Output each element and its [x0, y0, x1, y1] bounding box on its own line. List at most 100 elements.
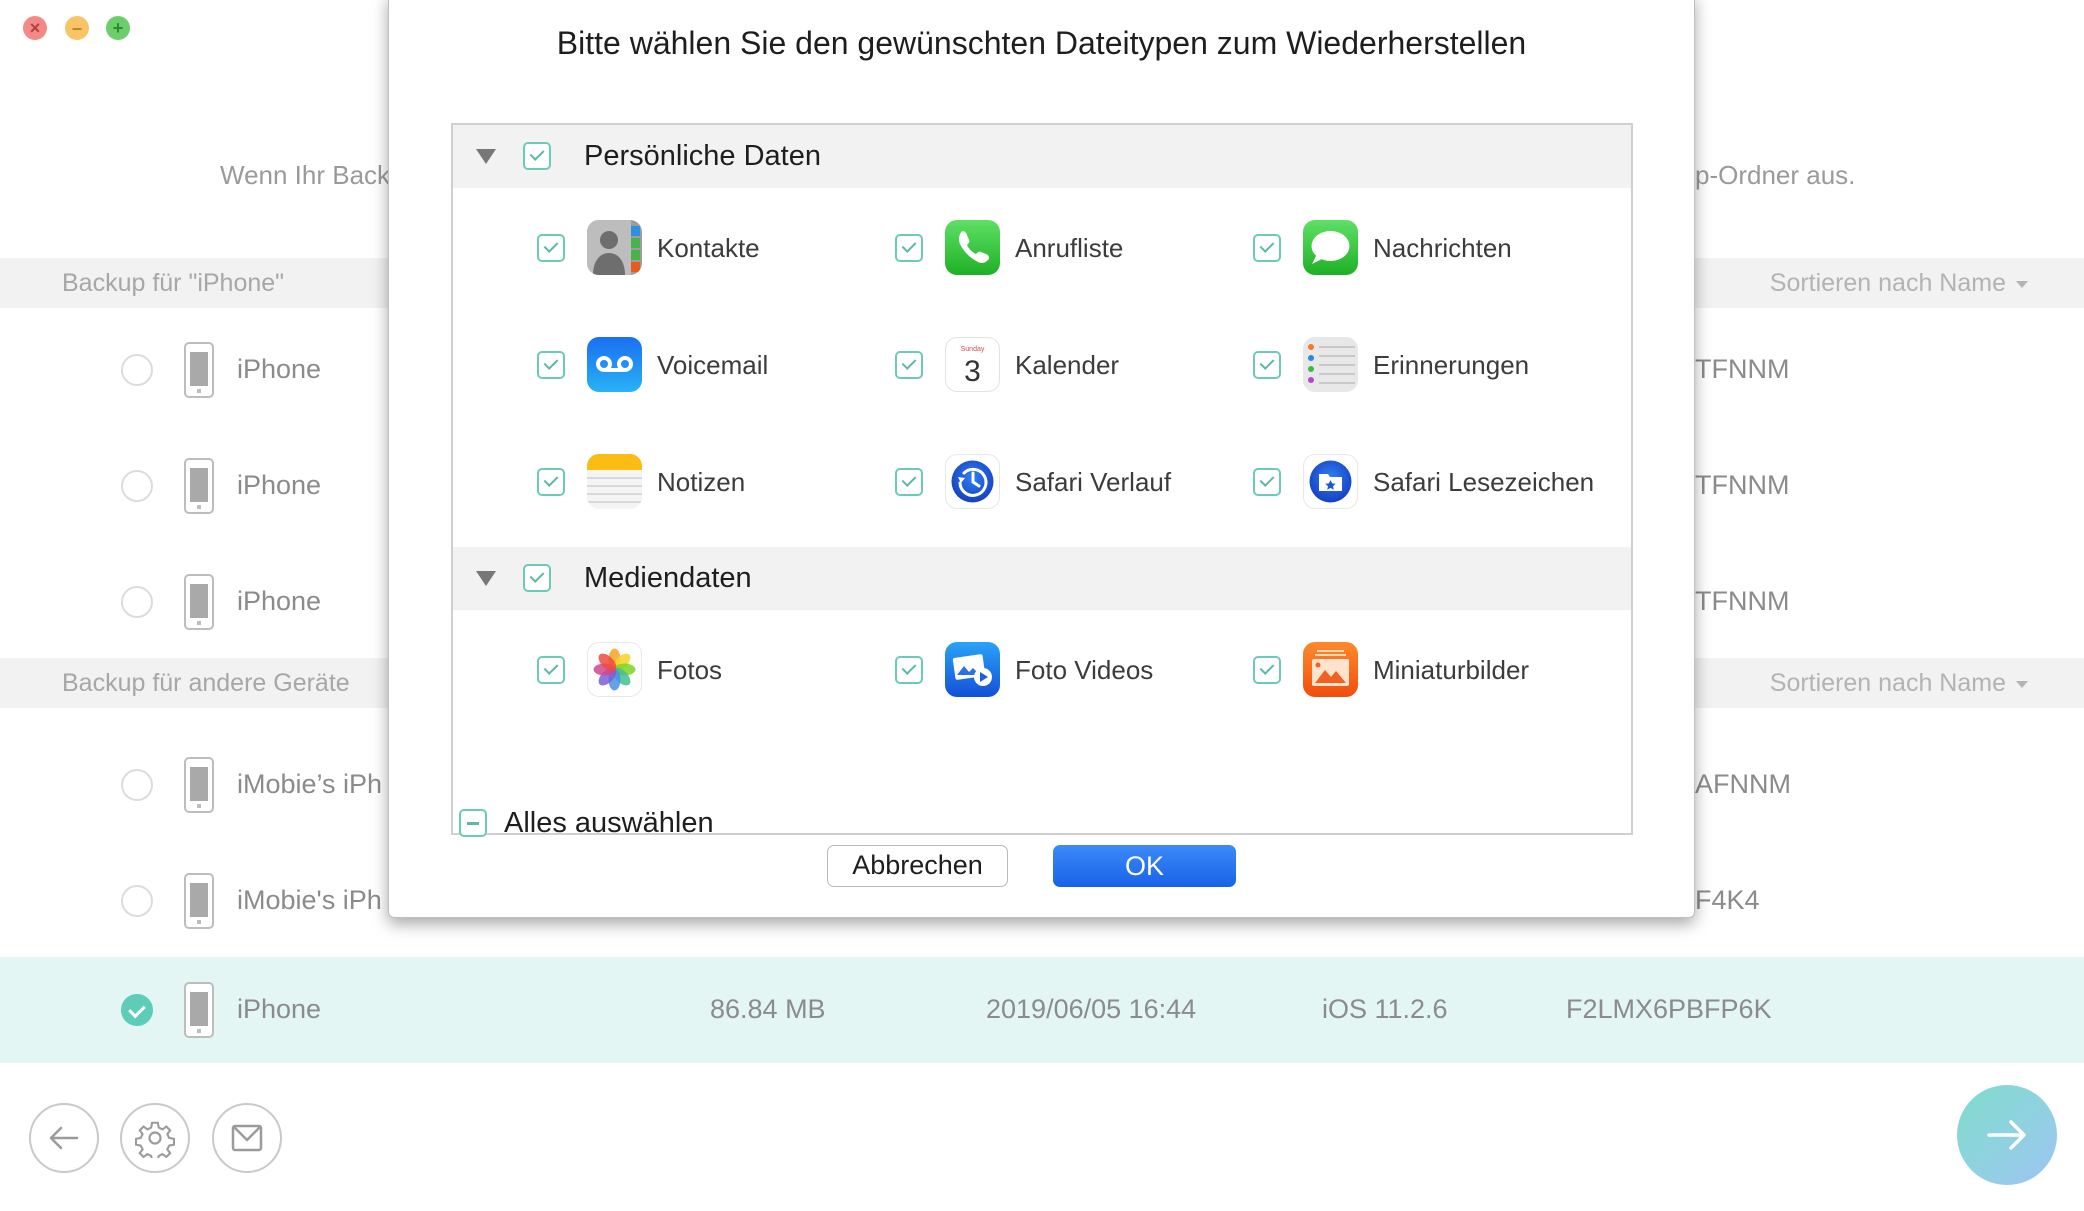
row-name: iPhone: [237, 470, 322, 500]
item-checkbox[interactable]: [537, 351, 565, 379]
group-label: Mediendaten: [584, 562, 752, 594]
close-window-button[interactable]: ×: [23, 16, 47, 40]
row-ios-version: iOS 11.2.6: [1322, 994, 1448, 1024]
row-date: 2019/06/05 16:44: [986, 994, 1197, 1024]
group-checkbox-media-data[interactable]: [523, 564, 551, 592]
item-label: Anrufliste: [1015, 233, 1124, 263]
collapse-triangle-icon[interactable]: [476, 571, 496, 586]
file-type-item-erinnerungen[interactable]: Erinnerungen: [1253, 337, 1593, 393]
file-type-dialog: Bitte wählen Sie den gewünschten Dateity…: [388, 0, 1695, 918]
cancel-button[interactable]: Abbrechen: [827, 845, 1008, 887]
maximize-icon: +: [112, 18, 124, 38]
next-button[interactable]: [1957, 1085, 2057, 1185]
settings-button[interactable]: [120, 1103, 190, 1173]
file-type-item-fotos[interactable]: Fotos: [537, 642, 877, 698]
voicemail-icon: [587, 337, 642, 392]
group-label: Persönliche Daten: [584, 140, 821, 172]
messages-icon: [1303, 220, 1358, 275]
item-checkbox[interactable]: [537, 234, 565, 262]
item-checkbox[interactable]: [1253, 656, 1281, 684]
row-serial-partial: TFNNM: [1695, 470, 1790, 500]
maximize-window-button[interactable]: +: [106, 16, 130, 40]
mail-icon: [231, 1124, 263, 1152]
caret-down-icon: [2016, 680, 2028, 688]
sort-label: Sortieren nach Name: [1769, 669, 2006, 697]
item-label: Erinnerungen: [1373, 350, 1530, 380]
safari-bookmarks-icon: [1303, 454, 1358, 509]
ok-button[interactable]: OK: [1053, 845, 1236, 887]
item-checkbox[interactable]: [1253, 468, 1281, 496]
file-type-item-kalender[interactable]: Sunday 3 Kalender: [895, 337, 1235, 393]
row-serial-partial: TFNNM: [1695, 586, 1790, 616]
item-checkbox[interactable]: [895, 234, 923, 262]
file-type-list: Persönliche Daten Kontakte Anrufliste Na…: [451, 123, 1633, 835]
minimize-window-button[interactable]: –: [65, 16, 89, 40]
select-all-label: Alles auswählen: [504, 807, 714, 839]
row-radio[interactable]: [121, 769, 153, 801]
file-type-item-safari-verlauf[interactable]: Safari Verlauf: [895, 454, 1235, 510]
item-label: Safari Lesezeichen: [1373, 467, 1595, 497]
item-label: Voicemail: [657, 350, 769, 380]
item-checkbox[interactable]: [1253, 234, 1281, 262]
item-checkbox[interactable]: [1253, 351, 1281, 379]
row-serial: F2LMX6PBFP6K: [1566, 994, 1772, 1024]
back-button[interactable]: [29, 1103, 99, 1173]
row-name: iMobie’s iPh: [237, 769, 383, 799]
row-name: iPhone: [237, 994, 322, 1024]
arrow-left-icon: [49, 1126, 79, 1150]
item-label: Miniaturbilder: [1373, 655, 1530, 685]
item-checkbox[interactable]: [895, 656, 923, 684]
file-type-item-notizen[interactable]: Notizen: [537, 454, 877, 510]
hint-text-left: Wenn Ihr Back: [220, 160, 391, 190]
row-radio[interactable]: [121, 470, 153, 502]
sort-label: Sortieren nach Name: [1769, 269, 2006, 297]
sort-dropdown[interactable]: Sortieren nach Name: [1770, 658, 2028, 708]
group-header-personal-data: Persönliche Daten: [453, 125, 1631, 188]
row-serial-partial: F4K4: [1695, 885, 1760, 915]
file-type-item-foto-videos[interactable]: Foto Videos: [895, 642, 1235, 698]
feedback-mail-button[interactable]: [212, 1103, 282, 1173]
row-serial-partial: TFNNM: [1695, 354, 1790, 384]
item-label: Nachrichten: [1373, 233, 1512, 263]
group-header-media-data: Mediendaten: [453, 547, 1631, 610]
item-checkbox[interactable]: [895, 468, 923, 496]
backup-row-selected[interactable]: iPhone 86.84 MB 2019/06/05 16:44 iOS 11.…: [0, 957, 2084, 1063]
item-checkbox[interactable]: [895, 351, 923, 379]
iphone-icon: [184, 458, 214, 514]
sort-dropdown[interactable]: Sortieren nach Name: [1770, 258, 2028, 308]
row-radio-checked[interactable]: [121, 994, 153, 1026]
item-checkbox[interactable]: [537, 468, 565, 496]
iphone-icon: [184, 757, 214, 813]
photo-videos-icon: [945, 642, 1000, 697]
item-label: Kalender: [1015, 350, 1120, 380]
select-all-checkbox[interactable]: [459, 809, 487, 837]
arrow-right-icon: [1987, 1120, 2026, 1150]
row-name: iPhone: [237, 354, 322, 384]
row-radio[interactable]: [121, 586, 153, 618]
file-type-item-kontakte[interactable]: Kontakte: [537, 220, 877, 276]
calendar-icon: Sunday 3: [945, 337, 1000, 392]
hint-text-right: p-Ordner aus.: [1695, 160, 1856, 190]
row-radio[interactable]: [121, 354, 153, 386]
notes-icon: [587, 454, 642, 509]
file-type-item-voicemail[interactable]: Voicemail: [537, 337, 877, 393]
iphone-icon: [184, 982, 214, 1038]
close-icon: ×: [29, 18, 41, 38]
item-checkbox[interactable]: [537, 656, 565, 684]
file-type-item-safari-lesezeichen[interactable]: Safari Lesezeichen: [1253, 454, 1595, 510]
item-label: Safari Verlauf: [1015, 467, 1172, 497]
collapse-triangle-icon[interactable]: [476, 149, 496, 164]
file-type-item-anrufliste[interactable]: Anrufliste: [895, 220, 1235, 276]
file-type-item-miniaturbilder[interactable]: Miniaturbilder: [1253, 642, 1593, 698]
photos-icon: [587, 642, 642, 697]
file-type-item-nachrichten[interactable]: Nachrichten: [1253, 220, 1593, 276]
row-serial-partial: AFNNM: [1695, 769, 1791, 799]
row-radio[interactable]: [121, 885, 153, 917]
item-label: Fotos: [657, 655, 723, 685]
iphone-icon: [184, 574, 214, 630]
minimize-icon: –: [71, 18, 82, 38]
row-name: iMobie's iPh: [237, 885, 382, 915]
group-checkbox-personal-data[interactable]: [523, 142, 551, 170]
iphone-icon: [184, 342, 214, 398]
section-title: Backup für andere Geräte: [62, 669, 350, 697]
